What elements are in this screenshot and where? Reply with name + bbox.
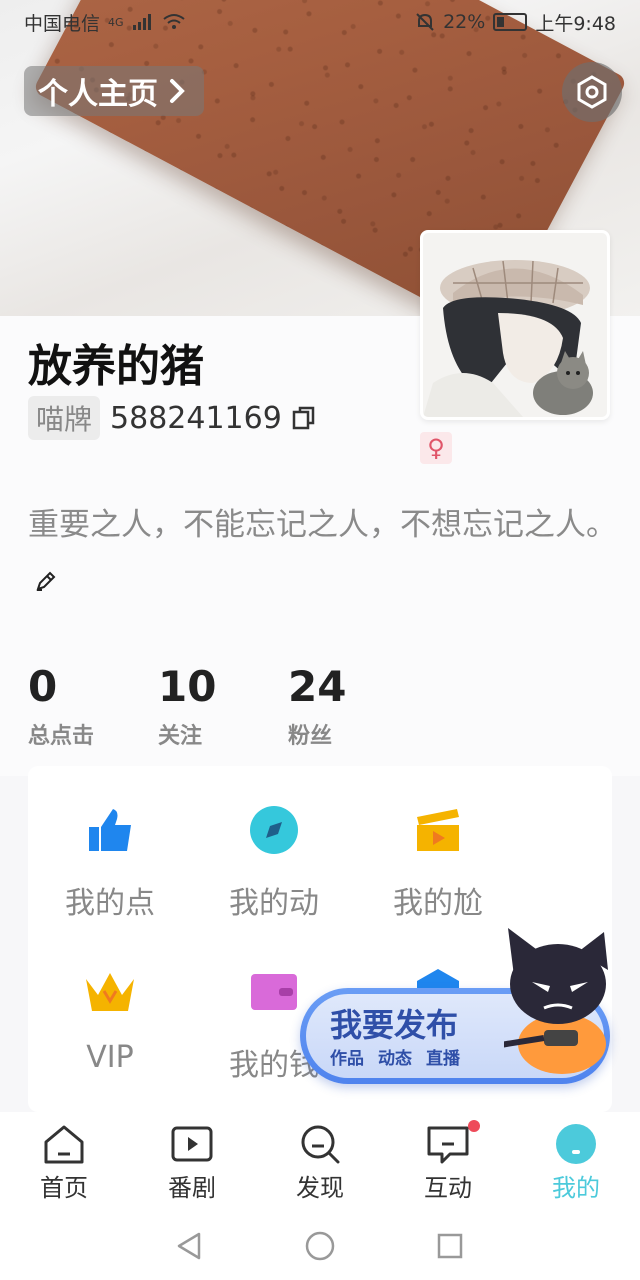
nav-home[interactable]: 首页 [0,1112,128,1212]
edit-pencil-icon[interactable] [34,569,58,593]
stat-label: 总点击 [28,724,95,749]
home-icon [44,1125,84,1164]
notification-dot [468,1120,480,1132]
carrier-label: 中国电信 [24,12,101,35]
network-label: 4G [108,15,124,29]
grid-label: 我的动 [229,886,319,921]
settings-hexagon-icon [577,75,607,109]
nav-interact[interactable]: 互动 [384,1112,512,1212]
clock: 上午9:48 [535,12,616,35]
grid-item-awkward[interactable]: 我的尬 [356,800,520,922]
search-icon [301,1125,340,1164]
home-circle-icon[interactable] [305,1231,335,1261]
publish-option-dynamic: 动态 [378,1049,412,1069]
stat-following[interactable]: 10 关注 [158,660,228,750]
stat-value: 24 [288,662,347,711]
avatar[interactable] [420,230,610,420]
avatar-image [423,233,607,417]
recents-icon[interactable] [435,1231,465,1261]
female-icon: ♀ [427,434,445,462]
grid-label: 我的尬 [393,886,483,921]
nav-anime[interactable]: 番剧 [128,1112,256,1212]
user-id-row: 喵牌 588241169 [28,396,316,440]
battery-icon [493,13,528,31]
nav-label: 首页 [40,1174,88,1202]
stat-label: 关注 [158,724,203,749]
nav-discover[interactable]: 发现 [256,1112,384,1212]
settings-button[interactable] [562,62,622,122]
bio-content: 重要之人，不能忘记之人，不想忘记之人。 [28,507,617,543]
grid-item-likes[interactable]: 我的点 [28,800,192,922]
compass-icon [244,800,304,860]
play-icon [171,1126,213,1162]
nav-label: 番剧 [168,1174,216,1202]
clapperboard-icon [408,800,468,860]
mascot-cat-icon [504,928,608,1074]
grid-label: VIP [86,1040,134,1075]
grid-item-vip[interactable]: VIP [28,962,192,1075]
nav-label: 互动 [424,1174,472,1202]
username: 放养的猪 [28,341,204,392]
copy-icon[interactable] [292,405,316,431]
stat-label: 粉丝 [288,724,333,749]
wallet-icon [244,962,304,1022]
stat-total-clicks[interactable]: 0 总点击 [28,660,98,750]
stat-fans[interactable]: 24 粉丝 [288,660,358,750]
status-bar: 中国电信 4G 22% 上午9:48 [0,0,640,44]
publish-options: 作品 动态 直播 [330,1044,460,1069]
publish-option-works: 作品 [330,1049,364,1069]
me-icon [556,1124,596,1164]
gender-female-badge: ♀ [420,432,452,464]
id-badge: 喵牌 [28,396,101,440]
publish-option-live: 直播 [426,1049,460,1069]
stat-value: 0 [28,662,58,711]
stats-row: 0 总点击 10 关注 24 粉丝 [28,660,358,750]
user-id-number: 588241169 [110,400,282,436]
wifi-icon [162,14,185,29]
back-icon[interactable] [175,1231,205,1261]
system-navigation-bar [0,1212,640,1280]
crown-icon [80,962,140,1022]
nav-label: 发现 [296,1174,344,1202]
profile-home-link[interactable]: 个人主页 [24,66,204,116]
battery-percent: 22% [443,11,486,33]
bio-text[interactable]: 重要之人，不能忘记之人，不想忘记之人。 [28,498,618,606]
profile-home-label: 个人主页 [38,77,158,112]
publish-title: 我要发布 [330,1006,459,1044]
mute-bell-icon [416,13,434,31]
thumbs-up-icon [80,800,140,860]
nav-label: 我的 [552,1174,600,1202]
bottom-navigation: 首页 番剧 发现 互动 我的 [0,1112,640,1212]
grid-item-dynamics[interactable]: 我的动 [192,800,356,922]
grid-label: 我的点 [65,886,155,921]
signal-icon [132,14,151,30]
nav-me[interactable]: 我的 [512,1112,640,1212]
chevron-right-icon [170,79,185,103]
stat-value: 10 [158,662,217,711]
message-icon [427,1126,469,1164]
